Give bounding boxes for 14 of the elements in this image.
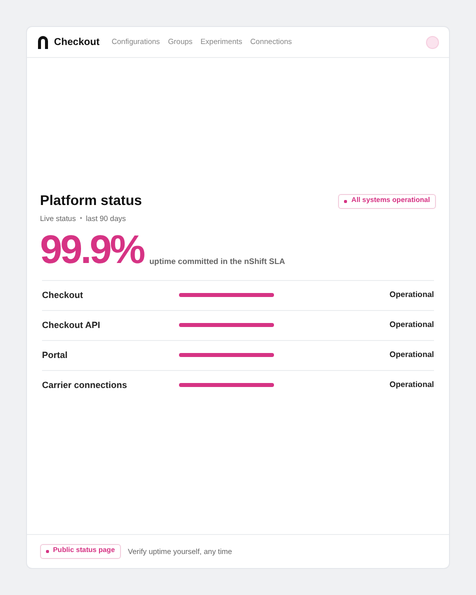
service-name: Checkout [42,288,84,302]
service-name: Checkout API [42,318,102,332]
logo-icon [37,36,49,48]
service-state: Operational [390,289,434,302]
service-state: Operational [390,319,434,332]
service-name: Carrier connections [42,378,128,392]
avatar[interactable] [426,36,439,48]
service-name: Portal [42,348,69,362]
service-state: Operational [390,379,434,392]
brand-name: Checkout [54,36,100,50]
section-title: Platform status [40,192,142,210]
service-state: Operational [390,349,434,362]
uptime-value: 99.9% [40,230,144,270]
uptime-caption: uptime committed in the nShift SLA [149,256,285,268]
